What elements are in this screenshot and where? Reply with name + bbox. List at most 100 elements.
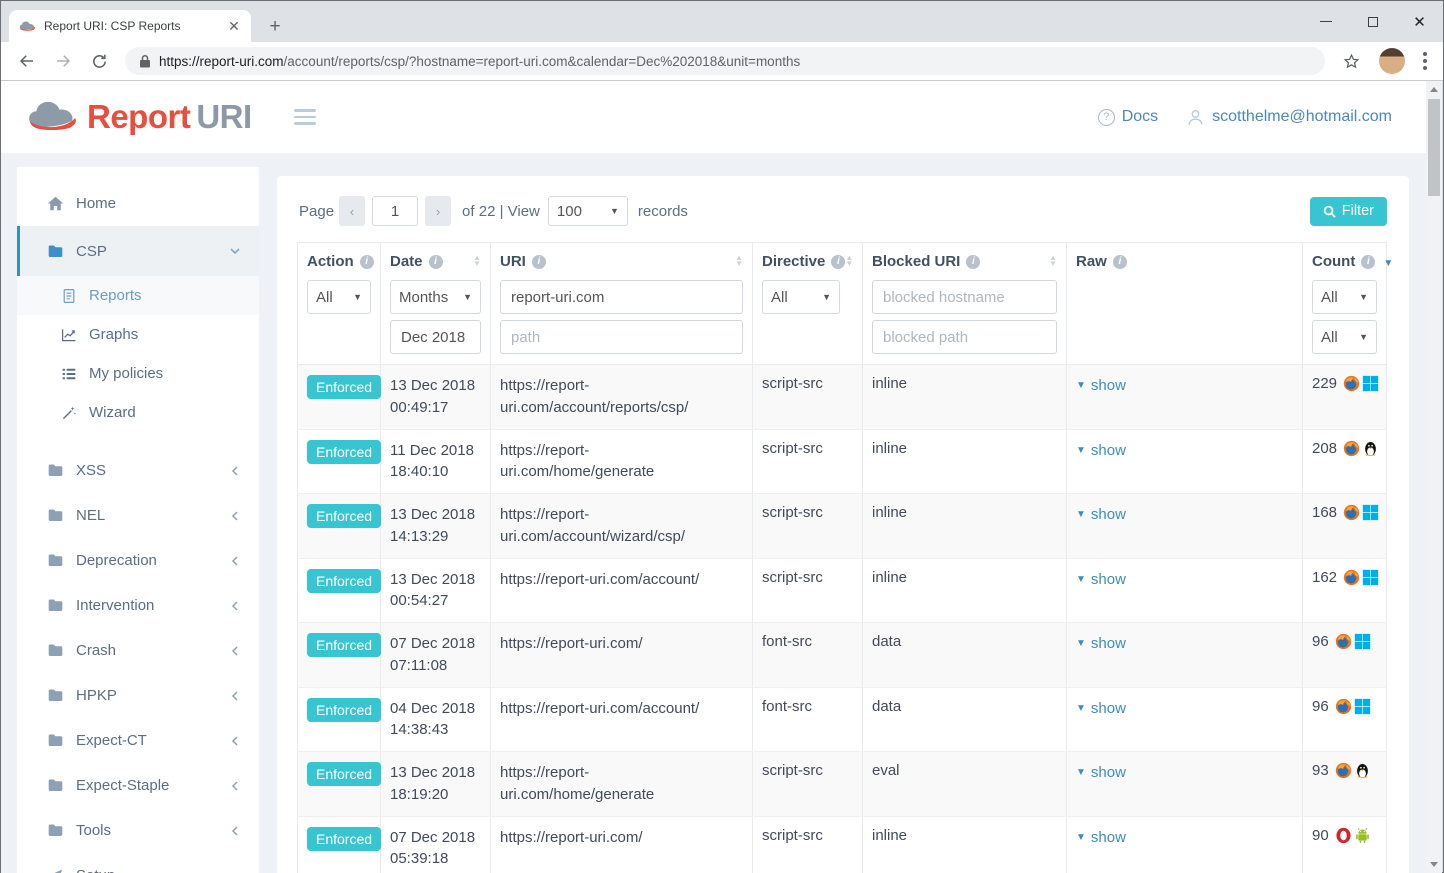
date-cell: 11 Dec 201818:40:10 [381, 430, 491, 494]
count-cell: 229 [1312, 375, 1377, 392]
uri-hostname-input[interactable] [500, 280, 743, 314]
filter-button[interactable]: Filter [1310, 197, 1387, 226]
count-cell: 96 [1312, 633, 1377, 650]
sort-icon[interactable]: ▲▼ [473, 255, 481, 267]
folder-icon [47, 462, 64, 479]
chevron-left-icon [229, 465, 241, 477]
info-icon[interactable]: i [532, 255, 546, 269]
scrollbar-thumb[interactable] [1428, 99, 1440, 196]
profile-avatar[interactable] [1379, 48, 1405, 74]
reload-button[interactable] [85, 47, 113, 75]
info-icon[interactable]: i [1113, 255, 1127, 269]
show-raw-link[interactable]: ▼show [1076, 764, 1126, 781]
sort-icon[interactable]: ▲▼ [845, 255, 853, 267]
show-raw-link[interactable]: ▼show [1076, 571, 1126, 588]
show-raw-link[interactable]: ▼show [1076, 506, 1126, 523]
back-button[interactable] [13, 47, 41, 75]
uri-path-input[interactable] [500, 320, 743, 354]
window-minimize-button[interactable] [1302, 1, 1349, 42]
date-cell: 13 Dec 201814:13:29 [381, 494, 491, 558]
blocked-path-input[interactable] [872, 320, 1057, 354]
records-label: records [638, 203, 688, 220]
forward-button[interactable] [49, 47, 77, 75]
sidebar-item-tools[interactable]: Tools [17, 808, 259, 853]
sidebar-item-xss[interactable]: XSS [17, 448, 259, 493]
column-header-blocked-uri[interactable]: Blocked URIi▲▼ [863, 243, 1067, 364]
directive-filter-select[interactable]: All▼ [762, 280, 840, 314]
blocked-uri-cell: inline [863, 494, 1067, 558]
page-number-input[interactable] [372, 196, 418, 226]
sidebar-item-csp[interactable]: CSP [17, 226, 259, 276]
window-close-button[interactable]: ✕ [1396, 1, 1443, 42]
sort-desc-icon[interactable]: ▼ [1383, 258, 1393, 269]
info-icon[interactable]: i [966, 255, 980, 269]
count-cell: 208 [1312, 440, 1377, 457]
docs-link[interactable]: ? Docs [1098, 108, 1158, 126]
logo-uri-text: URI [196, 98, 251, 135]
date-cell: 13 Dec 201800:49:17 [381, 365, 491, 429]
scroll-up-icon[interactable] [1430, 87, 1438, 92]
bookmark-star-icon[interactable] [1337, 47, 1365, 75]
date-unit-select[interactable]: Months▼ [390, 280, 481, 314]
count-filter-select-1[interactable]: All▼ [1312, 280, 1377, 314]
chevron-left-icon [229, 555, 241, 567]
window-maximize-button[interactable] [1349, 1, 1396, 42]
page-scrollbar[interactable] [1426, 81, 1442, 873]
sidebar-item-reports[interactable]: Reports [17, 276, 259, 315]
help-icon: ? [1098, 109, 1115, 126]
column-header-date[interactable]: Datei▲▼ Months▼ [381, 243, 491, 364]
sidebar-item-hpkp[interactable]: HPKP [17, 673, 259, 718]
show-raw-link[interactable]: ▼show [1076, 377, 1126, 394]
show-raw-link[interactable]: ▼show [1076, 700, 1126, 717]
sidebar-item-intervention[interactable]: Intervention [17, 583, 259, 628]
directive-cell: script-src [753, 817, 863, 873]
sidebar-item-crash[interactable]: Crash [17, 628, 259, 673]
info-icon[interactable]: i [831, 255, 845, 269]
chevron-left-icon [229, 735, 241, 747]
account-link[interactable]: scotthelme@hotmail.com [1186, 108, 1392, 127]
sidebar-item-expect-staple[interactable]: Expect-Staple [17, 763, 259, 808]
firefox-icon [1343, 440, 1360, 457]
column-header-directive[interactable]: Directivei▲▼ All▼ [753, 243, 863, 364]
next-page-button[interactable]: › [425, 196, 451, 226]
sidebar-item-setup[interactable]: Setup [17, 853, 259, 873]
show-raw-link[interactable]: ▼show [1076, 442, 1126, 459]
chevron-left-icon [229, 645, 241, 657]
column-header-uri[interactable]: URIi▲▼ [491, 243, 753, 364]
linux-icon [1354, 762, 1371, 779]
url-bar[interactable]: https://report-uri.com/account/reports/c… [125, 47, 1325, 75]
scroll-down-icon[interactable] [1430, 862, 1438, 867]
hamburger-menu-icon[interactable] [294, 109, 316, 125]
sidebar-item-my-policies[interactable]: My policies [17, 354, 259, 393]
uri-cell: https://report-uri.com/ [491, 817, 753, 873]
count-filter-select-2[interactable]: All▼ [1312, 320, 1377, 354]
prev-page-button[interactable]: ‹ [339, 196, 365, 226]
browser-menu-icon[interactable] [1423, 52, 1427, 70]
new-tab-button[interactable]: + [263, 15, 287, 39]
sidebar-item-nel[interactable]: NEL [17, 493, 259, 538]
reports-panel: Page ‹ › of 22 | View 100▼ records Filte… [277, 176, 1409, 873]
document-icon [61, 288, 77, 304]
sort-icon[interactable]: ▲▼ [735, 255, 743, 267]
records-per-page-select[interactable]: 100▼ [548, 196, 628, 226]
info-icon[interactable]: i [429, 255, 443, 269]
uri-cell: https://report-uri.com/account/ [491, 559, 753, 623]
sort-icon[interactable]: ▲▼ [1049, 255, 1057, 267]
info-icon[interactable]: i [1361, 255, 1375, 269]
column-header-count[interactable]: Counti▼ All▼ All▼ [1303, 243, 1387, 364]
info-icon[interactable]: i [360, 255, 374, 269]
sidebar-item-home[interactable]: Home [17, 181, 259, 226]
windows-icon [1362, 569, 1379, 586]
tab-close-icon[interactable]: ✕ [225, 17, 243, 35]
sidebar-item-wizard[interactable]: Wizard [17, 393, 259, 432]
sidebar-item-deprecation[interactable]: Deprecation [17, 538, 259, 583]
browser-tab[interactable]: Report URI: CSP Reports ✕ [9, 10, 251, 42]
date-filter-input[interactable] [390, 320, 481, 354]
sidebar-item-expect-ct[interactable]: Expect-CT [17, 718, 259, 763]
report-uri-logo[interactable]: ReportURI [27, 98, 252, 136]
show-raw-link[interactable]: ▼show [1076, 829, 1126, 846]
show-raw-link[interactable]: ▼show [1076, 635, 1126, 652]
sidebar-item-graphs[interactable]: Graphs [17, 315, 259, 354]
blocked-hostname-input[interactable] [872, 280, 1057, 314]
action-filter-select[interactable]: All▼ [307, 280, 371, 314]
